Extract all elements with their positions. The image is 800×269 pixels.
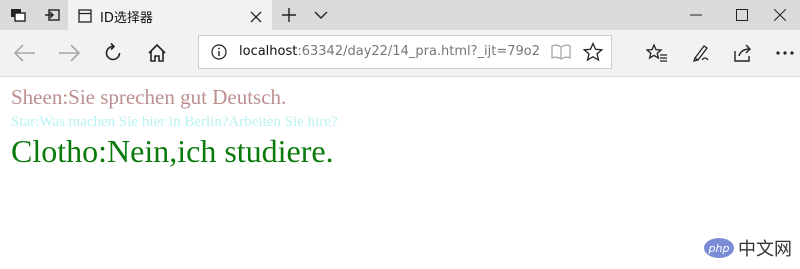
window-close-icon[interactable] xyxy=(760,0,800,30)
paragraph-clotho: Clotho:Nein,ich studiere. xyxy=(11,133,334,169)
window-icon[interactable] xyxy=(4,0,32,30)
share-icon[interactable] xyxy=(728,38,758,68)
info-icon[interactable] xyxy=(211,44,227,64)
favorite-star-icon[interactable] xyxy=(582,41,604,66)
forward-icon[interactable] xyxy=(54,38,84,68)
refresh-icon[interactable] xyxy=(98,38,128,68)
pen-icon[interactable] xyxy=(686,38,716,68)
favorites-hub-icon[interactable] xyxy=(642,38,672,68)
tab-page-icon xyxy=(78,8,92,27)
maximize-icon[interactable] xyxy=(722,0,762,30)
watermark-badge: php xyxy=(704,238,734,258)
chevron-down-icon[interactable] xyxy=(308,0,334,30)
new-tab-icon[interactable] xyxy=(276,0,302,30)
home-icon[interactable] xyxy=(142,38,172,68)
back-icon[interactable] xyxy=(10,38,40,68)
navigation-bar: localhost:63342/day22/14_pra.html?_ijt=7… xyxy=(0,30,800,77)
address-bar[interactable]: localhost:63342/day22/14_pra.html?_ijt=7… xyxy=(198,35,612,69)
tab-bar: ID选择器 xyxy=(0,0,800,30)
url-text[interactable]: localhost:63342/day22/14_pra.html?_ijt=7… xyxy=(239,44,539,59)
reading-view-icon[interactable] xyxy=(551,44,571,64)
active-tab[interactable]: ID选择器 xyxy=(68,0,272,30)
url-host: localhost xyxy=(239,44,298,59)
minimize-icon[interactable] xyxy=(676,0,716,30)
tab-title: ID选择器 xyxy=(100,11,153,26)
watermark-text: 中文网 xyxy=(738,239,792,260)
url-path: :63342/day22/14_pra.html?_ijt=79o21prjpg… xyxy=(297,44,539,59)
watermark: php 中文网 xyxy=(704,235,792,261)
paragraph-sheen: Sheen:Sie sprechen gut Deutsch. xyxy=(11,85,287,109)
close-icon[interactable] xyxy=(250,8,262,27)
paragraph-star: Star:Was machen Sie hier in Berlin?Arbei… xyxy=(11,114,338,130)
more-icon[interactable] xyxy=(770,38,800,68)
page-content: Sheen:Sie sprechen gut Deutsch. Star:Was… xyxy=(0,77,800,269)
set-aside-tabs-icon[interactable] xyxy=(38,0,66,30)
